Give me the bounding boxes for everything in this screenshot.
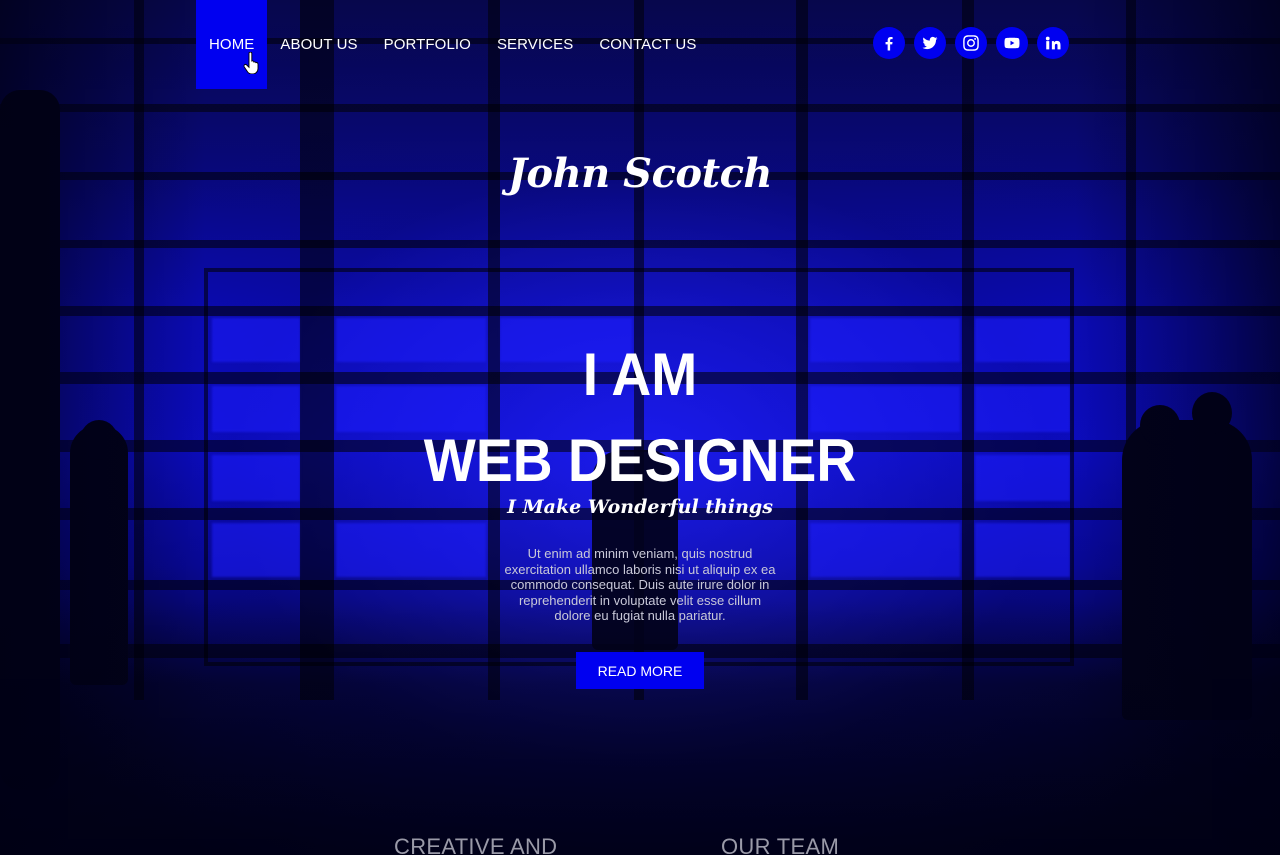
brand-logo-text: John Scotch xyxy=(507,150,773,197)
facebook-icon[interactable] xyxy=(873,27,905,59)
nav-item-home[interactable]: HOME xyxy=(196,0,268,89)
hero-subtitle: I Make Wonderful things xyxy=(507,496,773,518)
hero-title-line-1: I AM xyxy=(582,341,698,408)
read-more-button[interactable]: READ MORE xyxy=(576,652,704,689)
main-nav: HOME ABOUT US PORTFOLIO SERVICES CONTACT… xyxy=(196,0,709,89)
nav-item-services[interactable]: SERVICES xyxy=(484,0,586,89)
twitter-icon[interactable] xyxy=(914,27,946,59)
linkedin-icon[interactable] xyxy=(1037,27,1069,59)
nav-item-contact-us[interactable]: CONTACT US xyxy=(586,0,709,89)
nav-item-portfolio[interactable]: PORTFOLIO xyxy=(371,0,484,89)
instagram-icon[interactable] xyxy=(955,27,987,59)
section-heading-creative: CREATIVE AND xyxy=(394,834,558,855)
hero-description: Ut enim ad minim veniam, quis nostrud ex… xyxy=(504,546,776,624)
nav-item-about-us[interactable]: ABOUT US xyxy=(267,0,370,89)
hero-title-line-2: WEB DESIGNER xyxy=(423,427,857,494)
youtube-icon[interactable] xyxy=(996,27,1028,59)
social-links xyxy=(873,27,1069,59)
hand-cursor-icon xyxy=(243,52,259,74)
section-heading-our-team: OUR TEAM xyxy=(721,834,840,855)
hero-title: I AM WEB DESIGNER xyxy=(51,343,1229,493)
section-headings: CREATIVE AND OUR TEAM xyxy=(0,834,1280,855)
